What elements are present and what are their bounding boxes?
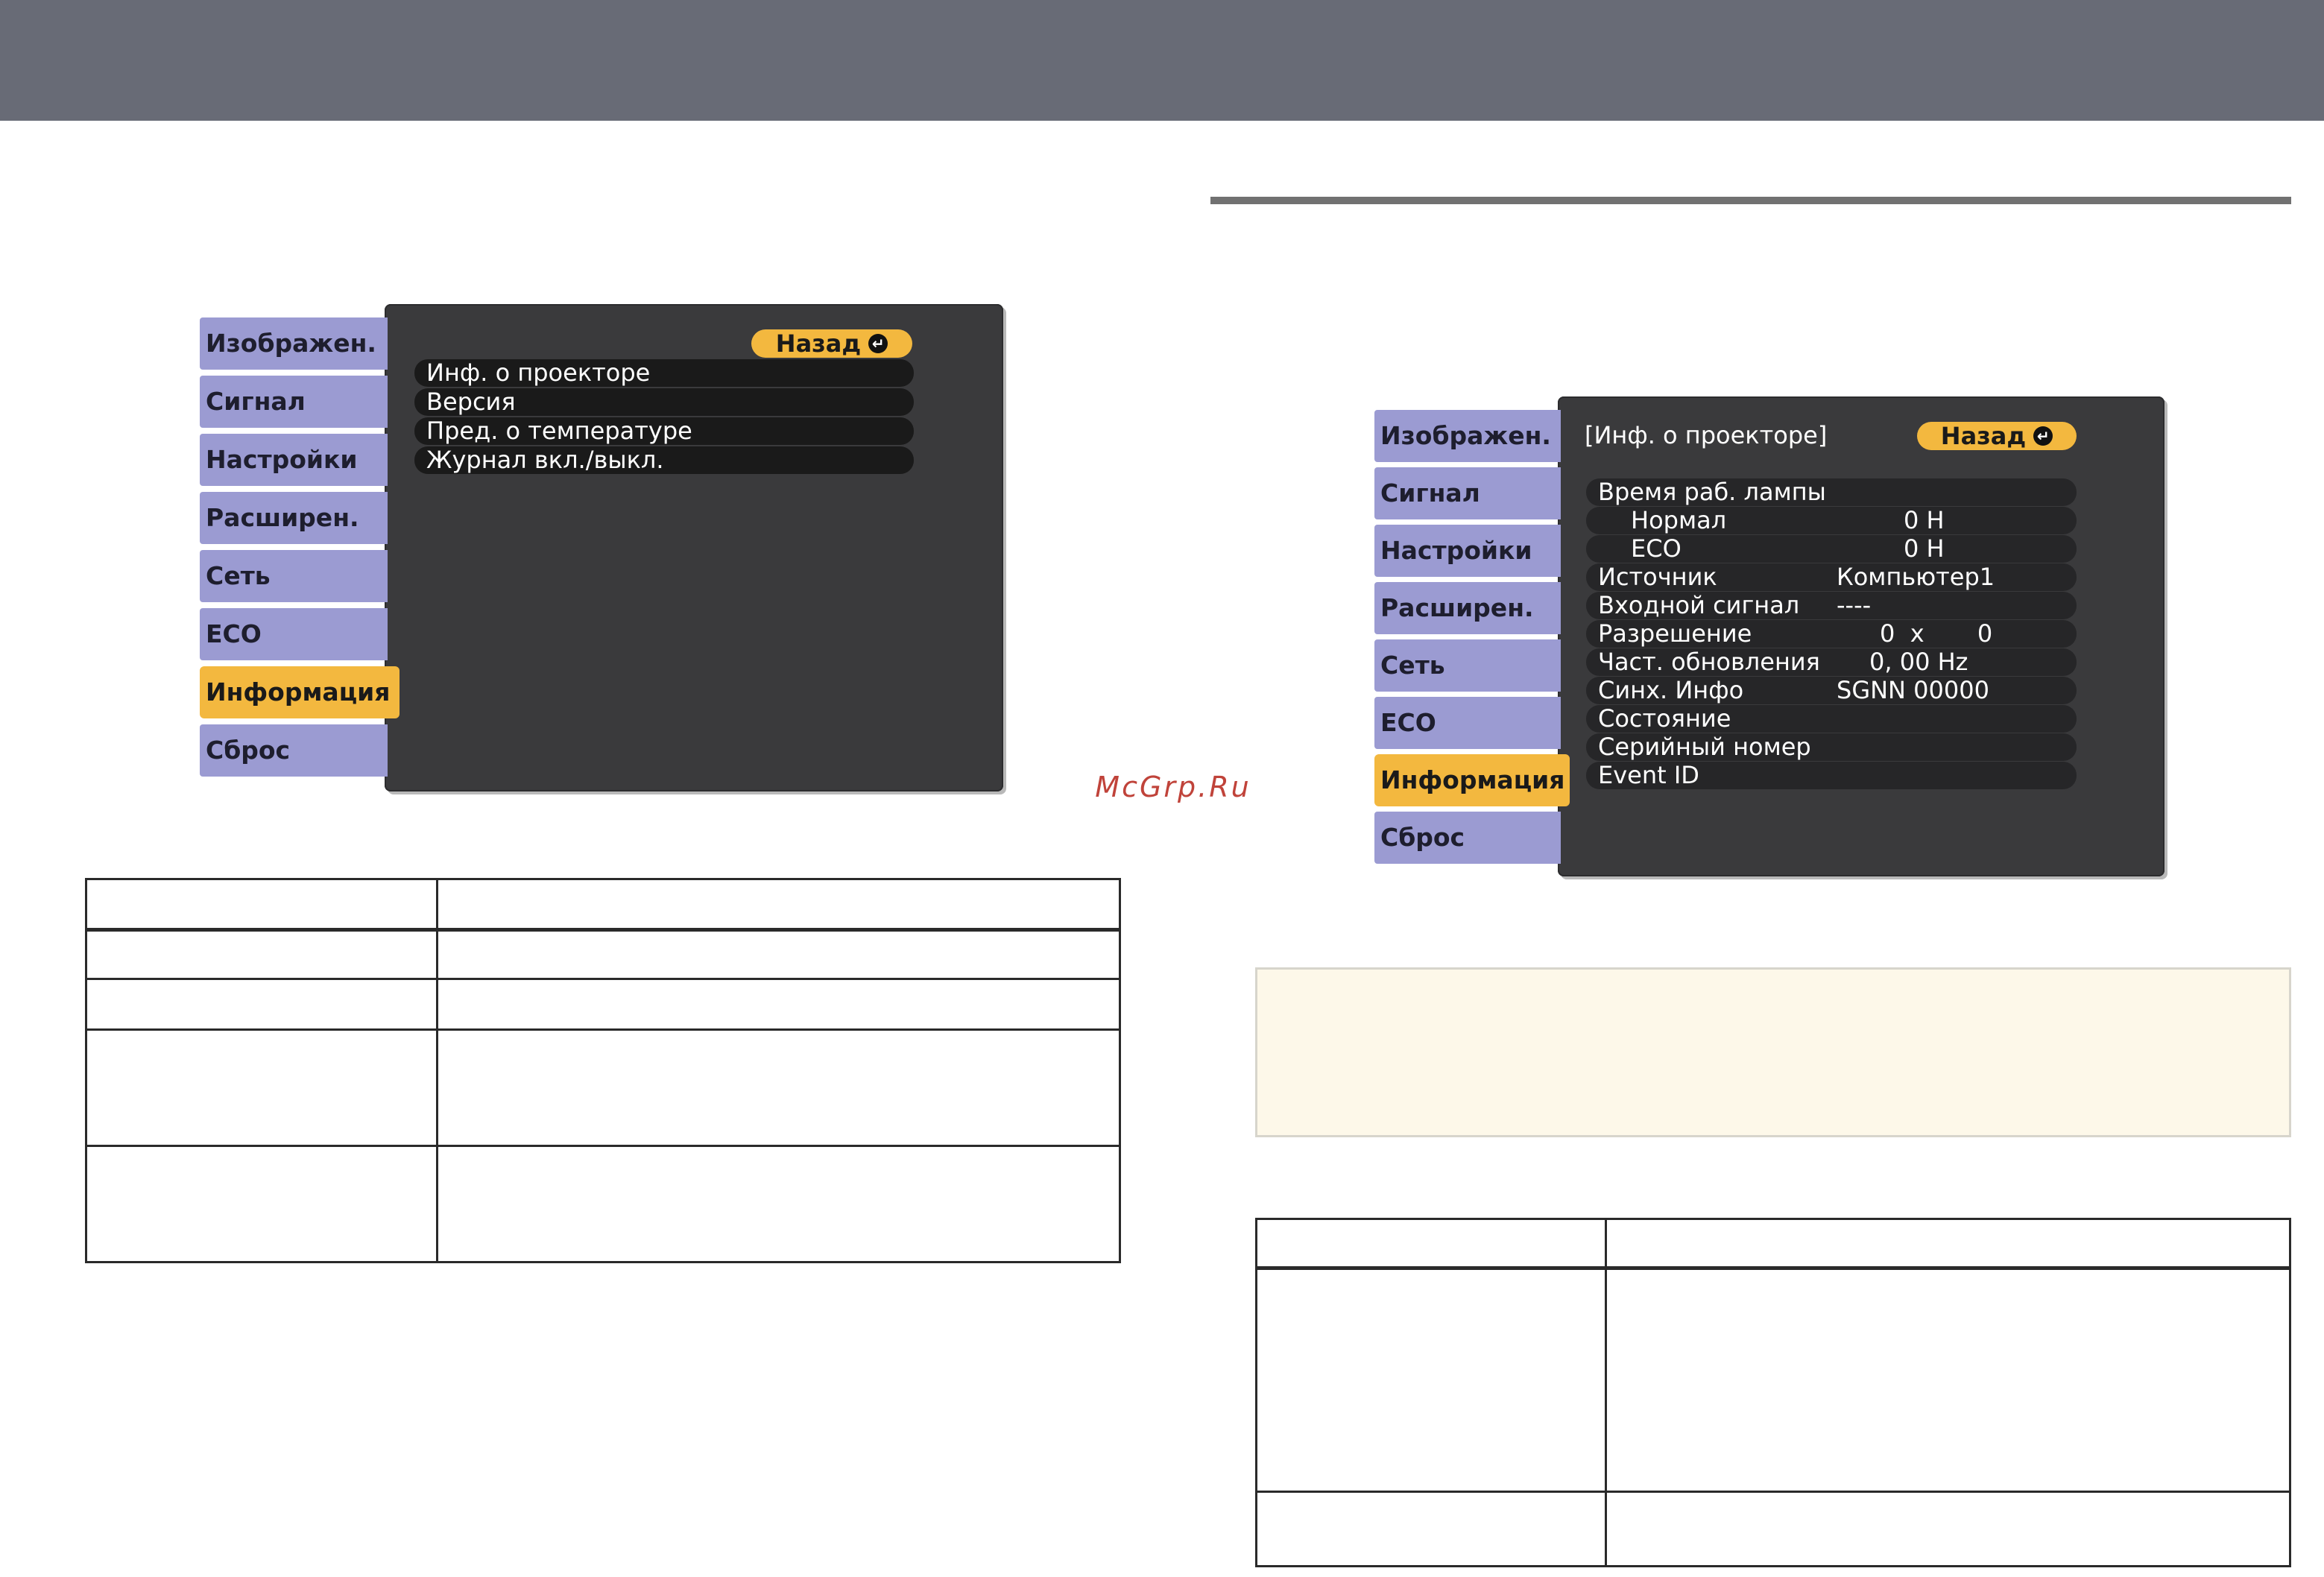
- tab-reset[interactable]: Сброс: [1374, 812, 1561, 864]
- back-button[interactable]: Назад ↵: [751, 329, 912, 358]
- tab-extended[interactable]: Расширен.: [200, 492, 388, 544]
- info-label: Event ID: [1598, 761, 1699, 789]
- menu-item-power-log[interactable]: Журнал вкл./выкл.: [414, 446, 914, 474]
- table-cell: [436, 1028, 1121, 1147]
- tab-network[interactable]: Сеть: [1374, 639, 1561, 692]
- info-label: Част. обновления: [1598, 648, 1820, 676]
- table-cell: [85, 929, 438, 980]
- tab-eco[interactable]: ECO: [200, 608, 388, 660]
- section-rule: [1210, 197, 2291, 204]
- tab-information[interactable]: Информация↵: [1374, 754, 1570, 842]
- menu-item-version[interactable]: Версия: [414, 388, 914, 416]
- table-cell: [85, 1145, 438, 1263]
- tab-network[interactable]: Сеть: [200, 550, 388, 602]
- info-value: Компьютер1: [1837, 563, 1995, 591]
- tab-signal[interactable]: Сигнал: [1374, 467, 1561, 519]
- tab-extended[interactable]: Расширен.: [1374, 582, 1561, 634]
- info-row: Входной сигнал ----: [1586, 592, 2077, 619]
- info-value: SGNN 00000: [1837, 676, 1989, 704]
- info-row: ECO 0 H: [1586, 535, 2077, 563]
- back-button[interactable]: Назад ↵: [1917, 422, 2077, 450]
- info-label: Синх. Инфо: [1598, 676, 1744, 704]
- table-cell: [1605, 1491, 2291, 1567]
- watermark: McGrp.Ru: [1095, 771, 1251, 803]
- menu-item-temperature-warning[interactable]: Пред. о температуре: [414, 417, 914, 445]
- tab-settings[interactable]: Настройки: [200, 434, 388, 486]
- table-cell: [436, 929, 1121, 980]
- info-label: Нормал: [1631, 506, 1727, 534]
- table-cell: [436, 1145, 1121, 1263]
- info-value: 0 H: [1904, 506, 1945, 534]
- tab-settings[interactable]: Настройки: [1374, 525, 1561, 577]
- header-bar: [0, 0, 2324, 121]
- menu-item-projector-info[interactable]: Инф. о проекторе: [414, 359, 914, 387]
- tab-information-label: Информация: [1380, 765, 1565, 794]
- info-value: 0, 00 Hz: [1869, 648, 1968, 676]
- table-cell: [85, 1028, 438, 1147]
- table-cell: [1255, 1491, 1607, 1567]
- info-value: ----: [1837, 591, 1872, 619]
- tab-signal[interactable]: Сигнал: [200, 376, 388, 428]
- table-cell: [1255, 1267, 1607, 1493]
- info-value: 0 x 0: [1880, 619, 1993, 648]
- info-value: 0 H: [1904, 534, 1945, 563]
- info-label: Разрешение: [1598, 619, 1752, 648]
- back-button-label: Назад: [1940, 422, 2027, 450]
- tab-information[interactable]: Информация↵: [200, 666, 400, 754]
- return-icon: ↵: [2033, 426, 2053, 446]
- info-row: Част. обновления 0, 00 Hz: [1586, 648, 2077, 676]
- left-table: [85, 878, 1121, 1263]
- tab-image[interactable]: Изображен.: [200, 317, 388, 370]
- table-header-cell: [85, 878, 438, 932]
- info-label: ECO: [1631, 534, 1682, 563]
- info-row: Синх. Инфо SGNN 00000: [1586, 677, 2077, 704]
- right-table: [1255, 1218, 2291, 1567]
- info-row: Разрешение 0 x 0: [1586, 620, 2077, 648]
- tab-eco[interactable]: ECO: [1374, 697, 1561, 749]
- info-row: Event ID: [1586, 762, 2077, 789]
- info-row: Нормал 0 H: [1586, 507, 2077, 534]
- note-box: [1255, 967, 2291, 1137]
- info-row: Серийный номер: [1586, 733, 2077, 761]
- table-cell: [85, 978, 438, 1031]
- tab-information-label: Информация: [206, 677, 391, 707]
- tab-image[interactable]: Изображен.: [1374, 410, 1561, 462]
- panel-title: [Инф. о проекторе]: [1585, 421, 1828, 449]
- return-icon: ↵: [868, 333, 888, 353]
- table-cell: [1605, 1267, 2291, 1493]
- table-header-cell: [1605, 1218, 2291, 1270]
- info-label: Входной сигнал: [1598, 591, 1800, 619]
- info-label: Серийный номер: [1598, 733, 1811, 761]
- info-row: Состояние: [1586, 705, 2077, 733]
- table-header-cell: [436, 878, 1121, 932]
- info-label: Состояние: [1598, 704, 1731, 733]
- table-cell: [436, 978, 1121, 1031]
- info-label: Время раб. лампы: [1598, 478, 1826, 506]
- info-label: Источник: [1598, 563, 1717, 591]
- back-button-label: Назад: [775, 329, 862, 358]
- table-header-cell: [1255, 1218, 1607, 1270]
- info-row: Время раб. лампы: [1586, 478, 2077, 506]
- tab-reset[interactable]: Сброс: [200, 724, 388, 777]
- info-row: Источник Компьютер1: [1586, 563, 2077, 591]
